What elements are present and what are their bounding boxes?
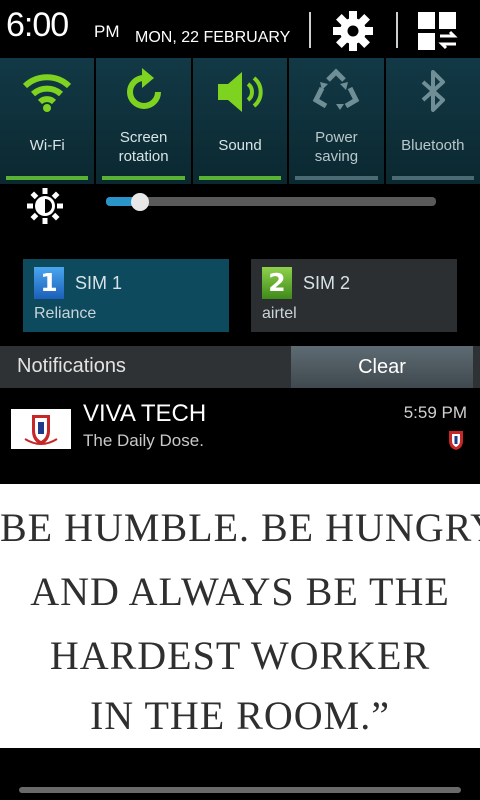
toggle-label-line1: Screen bbox=[119, 129, 168, 146]
sim-number-badge: 1 bbox=[34, 267, 64, 299]
sound-icon bbox=[218, 72, 263, 112]
status-bar: 6:00 PM MON, 22 FEBRUARY bbox=[0, 0, 480, 58]
notification-title: VIVA TECH bbox=[83, 400, 207, 427]
bluetooth-icon bbox=[421, 70, 445, 112]
wifi-icon bbox=[23, 74, 72, 112]
brightness-row bbox=[0, 184, 480, 232]
toggle-indicator bbox=[102, 176, 185, 180]
toggle-label: Sound bbox=[218, 137, 262, 154]
sim-name: SIM 2 bbox=[303, 273, 351, 293]
notification-image: BE HUMBLE. BE HUNGRY AND ALWAYS BE THE H… bbox=[0, 484, 480, 748]
sim-number-badge: 2 bbox=[262, 267, 292, 299]
quick-toggles: Wi-Fi Screen rotation Sound Power saving… bbox=[0, 58, 480, 184]
edit-toggles-icon[interactable] bbox=[418, 12, 458, 50]
brightness-icon[interactable] bbox=[26, 187, 64, 225]
toggle-bluetooth[interactable]: Bluetooth bbox=[385, 58, 480, 184]
toggle-sound[interactable]: Sound bbox=[192, 58, 288, 184]
toggle-label-line2: saving bbox=[314, 148, 359, 165]
brightness-slider-track[interactable] bbox=[106, 197, 436, 206]
toggle-label: Wi-Fi bbox=[29, 137, 65, 154]
toggle-indicator bbox=[198, 176, 282, 180]
sim-name: SIM 1 bbox=[75, 273, 123, 293]
app-small-icon bbox=[449, 431, 463, 450]
toggle-label: Screen rotation bbox=[96, 128, 190, 166]
toggle-indicator bbox=[391, 176, 475, 180]
sim-1-card[interactable]: 1 SIM 1 Reliance bbox=[23, 259, 229, 332]
clock-ampm: PM bbox=[94, 22, 120, 41]
toggle-label-line2: rotation bbox=[118, 148, 169, 165]
sim-2-card[interactable]: 2 SIM 2 airtel bbox=[251, 259, 457, 332]
toggle-label-line1: Power bbox=[315, 129, 358, 146]
panel-drag-handle[interactable] bbox=[19, 787, 461, 793]
toggle-screen-rotation[interactable]: Screen rotation bbox=[96, 58, 191, 184]
toggle-label: Power saving bbox=[289, 128, 383, 166]
status-date: MON, 22 FEBRUARY bbox=[135, 29, 291, 46]
clock-time: 6:00 bbox=[6, 6, 69, 44]
quote-line: AND ALWAYS BE THE bbox=[30, 569, 450, 614]
quote-line: BE HUMBLE. BE HUNGRY bbox=[0, 505, 480, 550]
toggle-power-saving[interactable]: Power saving bbox=[289, 58, 384, 184]
divider bbox=[309, 12, 311, 48]
gear-icon[interactable] bbox=[332, 10, 374, 52]
rotation-icon bbox=[126, 68, 161, 109]
sim-operator: airtel bbox=[262, 305, 297, 322]
quote-line: IN THE ROOM.” bbox=[89, 693, 390, 738]
divider bbox=[396, 12, 398, 48]
recycle-icon bbox=[313, 68, 360, 110]
toggle-wifi[interactable]: Wi-Fi bbox=[0, 58, 95, 184]
notification-time: 5:59 PM bbox=[403, 403, 467, 422]
sim-operator: Reliance bbox=[34, 305, 97, 322]
notification-subtitle: The Daily Dose. bbox=[83, 431, 204, 450]
notifications-title: Notifications bbox=[17, 355, 126, 377]
clear-button[interactable]: Clear bbox=[291, 346, 473, 388]
toggle-indicator bbox=[295, 176, 378, 180]
app-logo-icon bbox=[11, 409, 71, 449]
toggle-indicator bbox=[6, 176, 89, 180]
brightness-slider-thumb[interactable] bbox=[131, 193, 149, 211]
quote-line: HARDEST WORKER bbox=[49, 633, 431, 678]
toggle-label: Bluetooth bbox=[401, 137, 465, 154]
